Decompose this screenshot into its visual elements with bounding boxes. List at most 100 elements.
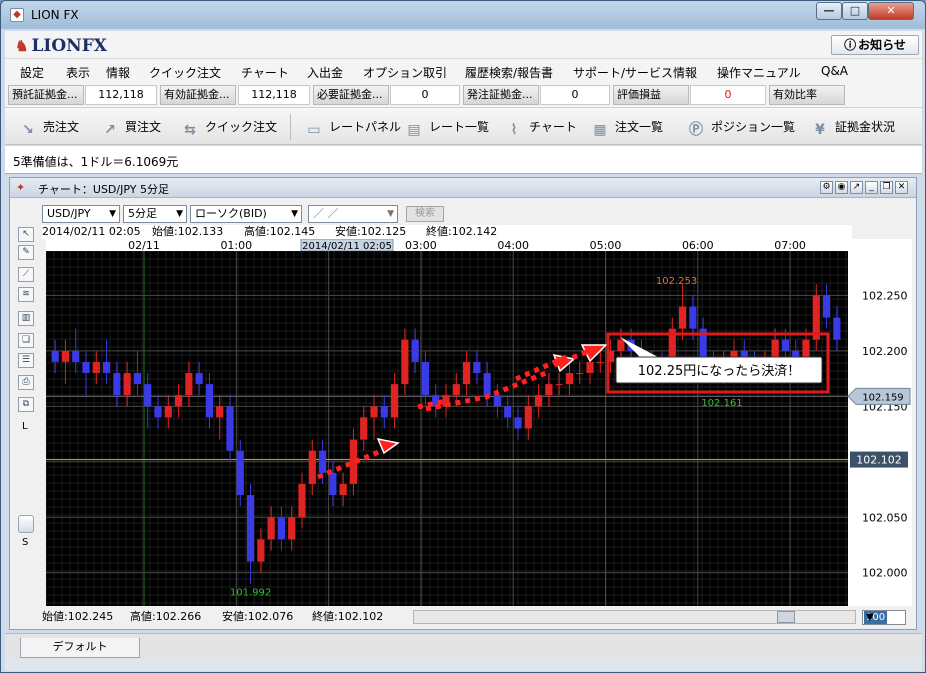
chart-window: ✦ チャート：USD/JPY 5分足 ⚙ ◉ ↗ _ ❐ ✕ USD/JPY ▼ … — [9, 177, 917, 630]
toolbar-button-7[interactable]: Ⓟ ポジション一覧 — [687, 117, 796, 138]
candle-body — [524, 406, 532, 429]
toolbar-button-8[interactable]: ¥ 証拠金状況 — [811, 117, 896, 138]
logo-text: LIONFX — [31, 36, 107, 56]
candle-body — [154, 406, 162, 418]
menu-item-1[interactable]: 表示 — [66, 64, 90, 81]
cursor-icon[interactable]: ↖ — [18, 227, 34, 242]
footer-ohlc: 始値:102.245 高値:102.266 安値:102.076 終値:102.… — [42, 608, 912, 626]
toolbar-button-4[interactable]: ▤ レート一覧 — [405, 117, 489, 138]
candle-body — [236, 450, 244, 496]
toolbar-label-1: 買注文 — [125, 120, 162, 134]
toolbar-separator — [290, 114, 291, 140]
pencil-icon[interactable]: ✎ — [18, 245, 34, 260]
menu-item-7[interactable]: 履歴検索/報告書 — [465, 64, 553, 81]
menu-item-0[interactable]: 設定 — [20, 64, 44, 81]
candle-body — [534, 395, 543, 407]
toolbar-label-7: ポジション一覧 — [711, 120, 796, 134]
camera-icon[interactable]: ◉ — [835, 181, 848, 194]
price-axis: 102.250102.200102.150102.100102.050102.0… — [847, 239, 912, 606]
time-axis: 02/1101:0002:0003:0004:0005:0006:0007:00… — [46, 238, 848, 252]
date-input[interactable]: ／ ／ ▼ — [308, 205, 398, 223]
menu-item-5[interactable]: 入出金 — [307, 64, 343, 81]
print-icon[interactable]: ⎙ — [18, 375, 34, 390]
pair-select[interactable]: USD/JPY ▼ — [42, 205, 120, 223]
candle-body — [195, 373, 203, 385]
chevron-down-icon: ▼ — [176, 209, 183, 219]
restore-chart-icon[interactable]: ❐ — [880, 181, 893, 194]
maximize-button[interactable]: □ — [842, 2, 868, 20]
menu-item-3[interactable]: クイック注文 — [149, 64, 221, 81]
candle-body — [185, 373, 193, 396]
toolbar-label-6: 注文一覧 — [615, 120, 664, 134]
scroll-thumb[interactable] — [777, 611, 795, 623]
popout-icon[interactable]: ↗ — [850, 181, 863, 194]
toolbar-button-3[interactable]: ▭ レートパネル — [305, 117, 401, 138]
menu-item-2[interactable]: 情報 — [106, 64, 130, 81]
menu-item-4[interactable]: チャート — [241, 64, 289, 81]
header-ohlc: 2014/02/11 02:05 始値:102.133 高値:102.145 安… — [42, 225, 852, 239]
candle-body — [339, 483, 347, 496]
zoom-slider-thumb[interactable] — [18, 515, 34, 533]
minimize-button[interactable]: — — [816, 2, 842, 20]
arrow-down-icon: ↘ — [22, 122, 34, 138]
menu-item-6[interactable]: オプション取引 — [363, 64, 447, 81]
settings-icon[interactable]: ⚙ — [820, 181, 833, 194]
candle-body — [216, 406, 224, 418]
x-tick-label-6: 06:00 — [682, 239, 714, 251]
copy-icon[interactable]: ❏ — [18, 333, 34, 348]
candle-type-select[interactable]: ローソク(BID) ▼ — [190, 205, 302, 223]
candle-body — [421, 361, 430, 396]
layers-icon[interactable]: ⧉ — [18, 397, 34, 412]
candle-body — [483, 373, 491, 396]
menu-item-8[interactable]: サポート/サービス情報 — [573, 64, 697, 81]
toolbar-label-0: 売注文 — [43, 120, 80, 134]
toolbar-button-1[interactable]: ↗ 買注文 — [101, 117, 162, 138]
candle-body — [246, 495, 255, 562]
toolbar-button-5[interactable]: ⌇ チャート — [505, 117, 577, 138]
info-value-3: 0 — [540, 85, 610, 105]
candle-body — [174, 395, 183, 407]
menu-item-10[interactable]: Q&A — [821, 64, 848, 78]
low-marker: 101.992 — [230, 588, 271, 599]
ruler-icon[interactable]: ▥ — [18, 311, 34, 326]
ticker-text: 5準備値は、1ドル＝6.1069元 — [13, 155, 179, 169]
candle-body — [113, 373, 121, 396]
horizontal-scrollbar[interactable] — [413, 610, 856, 624]
toolbar-label-8: 証拠金状況 — [835, 120, 896, 134]
bid-price-label: 102.102 — [856, 454, 902, 467]
candle-body — [92, 361, 100, 374]
notice-button[interactable]: ⓘ お知らせ — [831, 35, 919, 55]
candle-body — [411, 339, 419, 362]
news-ticker: 5準備値は、1ドル＝6.1069元 — [5, 146, 922, 174]
price-chart[interactable]: 102.253 101.992 102.161 102.25円になったら決済！ — [46, 251, 848, 606]
candle-body — [318, 450, 327, 473]
tab-default[interactable]: デフォルト — [20, 638, 140, 658]
close-button[interactable]: ✕ — [868, 2, 914, 20]
menu-bar: 設定 表示 情報 クイック注文 チャート 入出金 オプション取引 履歴検索/報告書 サポート/サ… — [5, 59, 922, 83]
menu-item-9[interactable]: 操作マニュアル — [717, 64, 801, 81]
candle-body — [164, 406, 172, 418]
candle-body — [277, 517, 286, 540]
minimize-chart-icon[interactable]: _ — [865, 181, 878, 194]
tab-bar: デフォルト — [5, 633, 922, 659]
timeframe-select[interactable]: 5分足 ▼ — [123, 205, 187, 223]
fib-icon[interactable]: ≋ — [18, 287, 34, 302]
candle-body — [586, 361, 594, 374]
trend-icon[interactable]: ⟋ — [18, 267, 34, 282]
candle-body — [51, 350, 59, 362]
toolbar-button-0[interactable]: ↘ 売注文 — [19, 117, 80, 138]
close-chart-icon[interactable]: ✕ — [895, 181, 908, 194]
candle-body — [514, 417, 522, 429]
search-button[interactable]: 検索 — [406, 206, 444, 222]
yen-icon: ¥ — [815, 122, 825, 138]
rate-list-icon: ▤ — [407, 122, 421, 138]
list-icon[interactable]: ☰ — [18, 353, 34, 368]
toolbar-button-6[interactable]: ▦ 注文一覧 — [591, 117, 664, 138]
ohlc-open: 始値:102.133 — [152, 225, 224, 238]
chart-window-titlebar: ✦ チャート：USD/JPY 5分足 ⚙ ◉ ↗ _ ❐ ✕ — [10, 178, 916, 198]
zoom-select[interactable]: 100 ▼ — [862, 610, 906, 625]
cursor-label: 2014/02/11 02:05 — [302, 241, 392, 251]
main-window: ◆ LION FX — □ ✕ ♞ LIONFX ⓘ お知らせ 設定 表示 情報 クイック… — [0, 0, 926, 673]
annotation-text: 102.25円になったら決済！ — [638, 363, 801, 379]
toolbar-button-2[interactable]: ⇆ クイック注文 — [181, 117, 277, 138]
